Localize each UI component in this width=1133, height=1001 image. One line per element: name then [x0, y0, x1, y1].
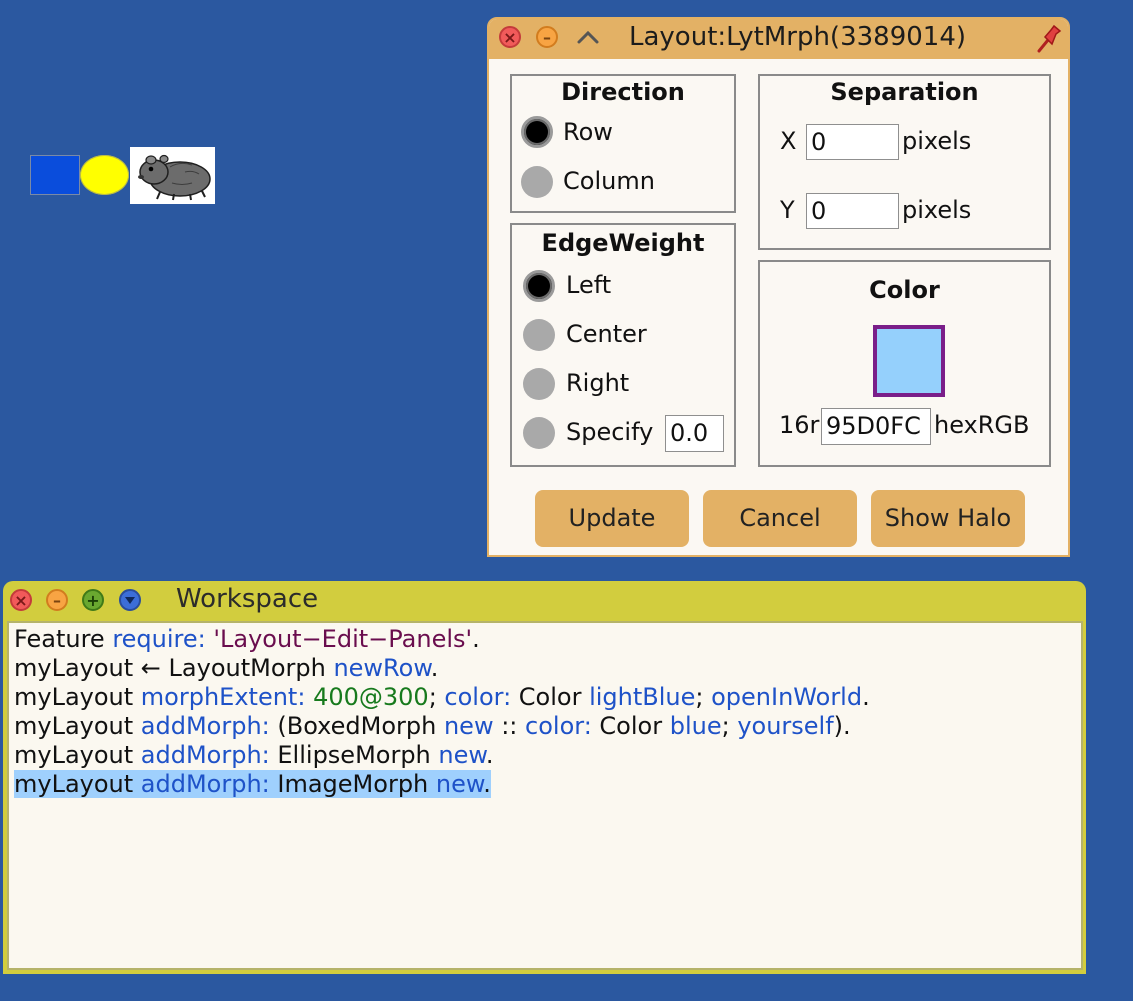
edge-weight-group: EdgeWeight Left Center Right Specify 0.0: [510, 223, 736, 467]
edge-center-radio[interactable]: [523, 319, 555, 351]
boxed-morph[interactable]: [30, 155, 80, 195]
separation-x-label: X: [780, 127, 797, 155]
code-token: myLayout: [14, 741, 141, 769]
code-token: myLayout: [14, 770, 141, 798]
window-menu-icon[interactable]: [119, 589, 141, 611]
code-token: EllipseMorph: [269, 741, 439, 769]
separation-y-unit: pixels: [902, 196, 972, 224]
layout-editor-window: × – Layout:LytMrph(3389014) Direction Ro…: [487, 17, 1070, 557]
close-icon[interactable]: ×: [10, 589, 32, 611]
color-hex-label: hexRGB: [934, 411, 1030, 439]
workspace-text-editor[interactable]: Feature require: 'Layout−Edit−Panels'. my…: [7, 621, 1083, 970]
update-button[interactable]: Update: [535, 490, 689, 547]
code-token: newRow: [333, 654, 431, 682]
cancel-button[interactable]: Cancel: [703, 490, 857, 547]
separation-y-field[interactable]: 0: [806, 193, 899, 229]
workspace-window: × – + Workspace Feature require: 'Layout…: [3, 581, 1086, 974]
edge-left-radio[interactable]: [523, 270, 555, 302]
code-token: color:: [525, 712, 592, 740]
separation-x-field[interactable]: 0: [806, 124, 899, 160]
code-token: myLayout: [14, 683, 141, 711]
color-swatch[interactable]: [873, 325, 945, 397]
code-token: addMorph:: [140, 770, 270, 798]
workspace-title: Workspace: [176, 584, 319, 614]
edge-right-radio[interactable]: [523, 368, 555, 400]
edge-left-label: Left: [566, 271, 612, 299]
code-token: .: [430, 654, 439, 682]
edge-right-label: Right: [566, 369, 630, 397]
code-token: addMorph:: [140, 741, 270, 769]
image-morph[interactable]: [130, 147, 215, 204]
pin-icon[interactable]: [1034, 23, 1064, 55]
code-token: ;: [428, 683, 445, 711]
code-token: new: [438, 741, 486, 769]
separation-group: Separation X 0 pixels Y 0 pixels: [758, 74, 1051, 250]
code-token: Feature: [14, 625, 113, 653]
code-token: myLayout: [14, 712, 141, 740]
code-token: Color: [511, 683, 590, 711]
edge-specify-label: Specify: [566, 418, 654, 446]
code-line[interactable]: myLayout ← LayoutMorph newRow.: [14, 654, 438, 683]
edge-weight-title: EdgeWeight: [541, 229, 705, 257]
minimize-icon[interactable]: –: [46, 589, 68, 611]
color-radix-prefix: 16r: [779, 411, 820, 439]
code-token: ::: [493, 712, 526, 740]
code-token: ).: [833, 712, 851, 740]
edge-specify-radio[interactable]: [523, 417, 555, 449]
guinea-pig-icon: [138, 154, 211, 201]
code-token: Color: [591, 712, 670, 740]
edge-center-label: Center: [566, 320, 647, 348]
edge-specify-field[interactable]: 0.0: [665, 415, 724, 452]
direction-row-label: Row: [563, 118, 613, 146]
code-token: ;: [695, 683, 712, 711]
code-token: new: [435, 770, 484, 798]
color-hex-field[interactable]: 95D0FC: [821, 408, 931, 445]
code-token: 'Layout−Edit−Panels': [213, 625, 473, 653]
code-token: 400@300: [313, 683, 429, 711]
code-token: .: [472, 625, 480, 653]
color-group: Color 16r 95D0FC hexRGB: [758, 260, 1051, 467]
layout-editor-title: Layout:LytMrph(3389014): [629, 22, 967, 52]
code-token: (BoxedMorph: [269, 712, 444, 740]
workspace-title-bar[interactable]: × – + Workspace: [3, 581, 1086, 619]
collapse-icon[interactable]: [573, 24, 603, 50]
layout-editor-title-bar[interactable]: × – Layout:LytMrph(3389014): [489, 19, 1068, 59]
code-token: lightBlue: [589, 683, 696, 711]
color-title: Color: [869, 276, 940, 304]
code-token: .: [483, 770, 491, 798]
code-token: openInWorld: [711, 683, 863, 711]
code-line[interactable]: Feature require: 'Layout−Edit−Panels'.: [14, 625, 480, 654]
code-token: addMorph:: [140, 712, 270, 740]
code-token: require:: [112, 625, 206, 653]
code-token: .: [862, 683, 870, 711]
separation-y-label: Y: [780, 196, 795, 224]
code-token: color:: [444, 683, 512, 711]
code-token: yourself: [737, 712, 834, 740]
expand-icon[interactable]: +: [82, 589, 104, 611]
code-line[interactable]: myLayout addMorph: EllipseMorph new.: [14, 741, 493, 770]
code-token: ImageMorph: [269, 770, 436, 798]
code-token: blue: [669, 712, 722, 740]
direction-column-radio[interactable]: [521, 166, 553, 198]
code-token: .: [485, 741, 494, 769]
close-icon[interactable]: ×: [499, 26, 521, 48]
code-line[interactable]: myLayout addMorph: (BoxedMorph new :: co…: [14, 712, 851, 741]
code-token: ;: [721, 712, 738, 740]
separation-x-unit: pixels: [902, 127, 972, 155]
code-token: myLayout ← LayoutMorph: [14, 654, 334, 682]
direction-group: Direction Row Column: [510, 74, 736, 213]
code-token: morphExtent:: [140, 683, 306, 711]
minimize-icon[interactable]: –: [536, 26, 558, 48]
code-token: new: [443, 712, 494, 740]
direction-column-label: Column: [563, 167, 655, 195]
direction-title: Direction: [561, 78, 685, 106]
code-line[interactable]: myLayout morphExtent: 400@300; color: Co…: [14, 683, 870, 712]
code-line[interactable]: myLayout addMorph: ImageMorph new.: [14, 770, 491, 799]
ellipse-morph[interactable]: [80, 155, 129, 195]
separation-title: Separation: [830, 78, 979, 106]
show-halo-button[interactable]: Show Halo: [871, 490, 1025, 547]
direction-row-radio[interactable]: [521, 116, 553, 148]
